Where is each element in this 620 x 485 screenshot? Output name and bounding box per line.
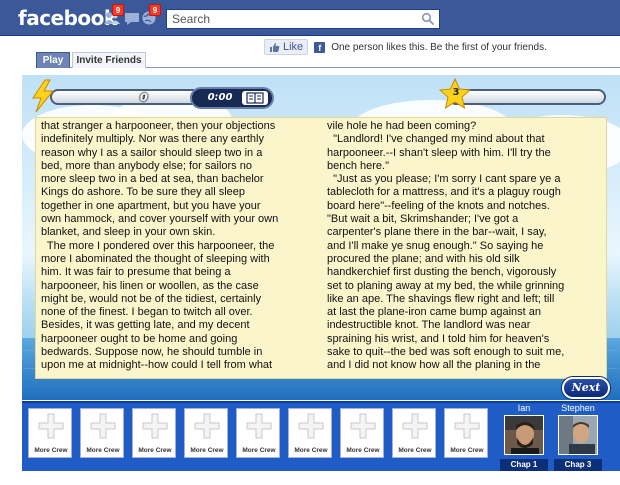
more-crew-slot[interactable]: More Crew <box>392 408 436 458</box>
messages-icon[interactable] <box>123 9 141 27</box>
more-crew-slot[interactable]: More Crew <box>132 408 176 458</box>
score-value: 0 <box>140 91 148 104</box>
more-crew-slot[interactable]: More Crew <box>288 408 332 458</box>
like-count-text: One person likes this. Be the first of y… <box>331 41 547 53</box>
plus-icon <box>90 413 116 439</box>
notifications-globe-icon[interactable]: 9 <box>140 4 161 27</box>
friend-requests-icon[interactable]: 9 <box>103 4 124 27</box>
tab-invite-friends[interactable]: Invite Friends <box>72 52 146 68</box>
notifications-badge: 9 <box>149 4 161 16</box>
plus-icon <box>402 413 428 439</box>
search-input[interactable] <box>167 10 407 28</box>
more-crew-label: More Crew <box>450 447 484 454</box>
more-crew-slot[interactable]: More Crew <box>236 408 280 458</box>
lightning-bolt-icon <box>32 79 55 113</box>
more-crew-label: More Crew <box>138 447 172 454</box>
next-button[interactable]: Next <box>562 377 610 399</box>
more-crew-slot[interactable]: More Crew <box>340 408 384 458</box>
app-tabs: Play Invite Friends <box>36 52 620 68</box>
more-crew-slot[interactable]: More Crew <box>184 408 228 458</box>
more-crew-label: More Crew <box>294 447 328 454</box>
story-text-right-column: vile hole he had been coming? "Landlord!… <box>327 120 565 372</box>
more-crew-label: More Crew <box>242 447 276 454</box>
timer-value: 0:00 <box>207 92 233 103</box>
plus-icon <box>142 413 168 439</box>
more-crew-slot[interactable]: More Crew <box>80 408 124 458</box>
plus-icon <box>38 413 64 439</box>
plus-icon <box>454 413 480 439</box>
tab-play[interactable]: Play <box>36 52 70 68</box>
friend-name: Stephen <box>561 403 595 413</box>
more-crew-slot[interactable]: More Crew <box>28 408 72 458</box>
more-crew-label: More Crew <box>398 447 432 454</box>
friend-avatar[interactable] <box>504 415 544 455</box>
plus-icon <box>246 413 272 439</box>
timer-box: 0:00 <box>190 87 274 109</box>
plus-icon <box>350 413 376 439</box>
facebook-logo[interactable]: facebook <box>18 6 117 30</box>
facebook-top-bar: facebook 9 9 <box>0 0 620 36</box>
more-crew-label: More Crew <box>86 447 120 454</box>
crew-friend-stephen[interactable]: Stephen Chap 3 <box>552 403 604 473</box>
more-crew-slot[interactable]: More Crew <box>444 408 488 458</box>
search-icon[interactable] <box>421 12 435 26</box>
friend-avatar[interactable] <box>558 415 598 455</box>
star-count: 3 <box>452 87 460 98</box>
game-canvas: 0 0:00 3 that stranger a harpooneer, the… <box>22 75 620 400</box>
friend-chapter-badge[interactable]: Chap 1 <box>500 459 548 471</box>
more-crew-label: More Crew <box>190 447 224 454</box>
crew-friend-ian[interactable]: Ian Chap 1 <box>498 403 550 473</box>
plus-icon <box>298 413 324 439</box>
more-crew-label: More Crew <box>34 447 68 454</box>
plus-icon <box>194 413 220 439</box>
search-box <box>166 9 440 29</box>
app-page: facebook 9 9 Like f One person likes thi… <box>0 0 620 485</box>
story-text-left-column: that stranger a harpooneer, then your ob… <box>41 120 279 372</box>
crew-bar: More Crew More Crew More Crew More Crew … <box>22 401 620 471</box>
thumbs-up-icon <box>270 42 280 52</box>
more-crew-label: More Crew <box>346 447 380 454</box>
facebook-mini-icon: f <box>314 41 326 53</box>
friend-name: Ian <box>517 403 531 413</box>
book-icon[interactable] <box>242 91 268 105</box>
friend-chapter-badge[interactable]: Chap 3 <box>554 459 602 471</box>
story-text-panel: that stranger a harpooneer, then your ob… <box>35 117 607 379</box>
